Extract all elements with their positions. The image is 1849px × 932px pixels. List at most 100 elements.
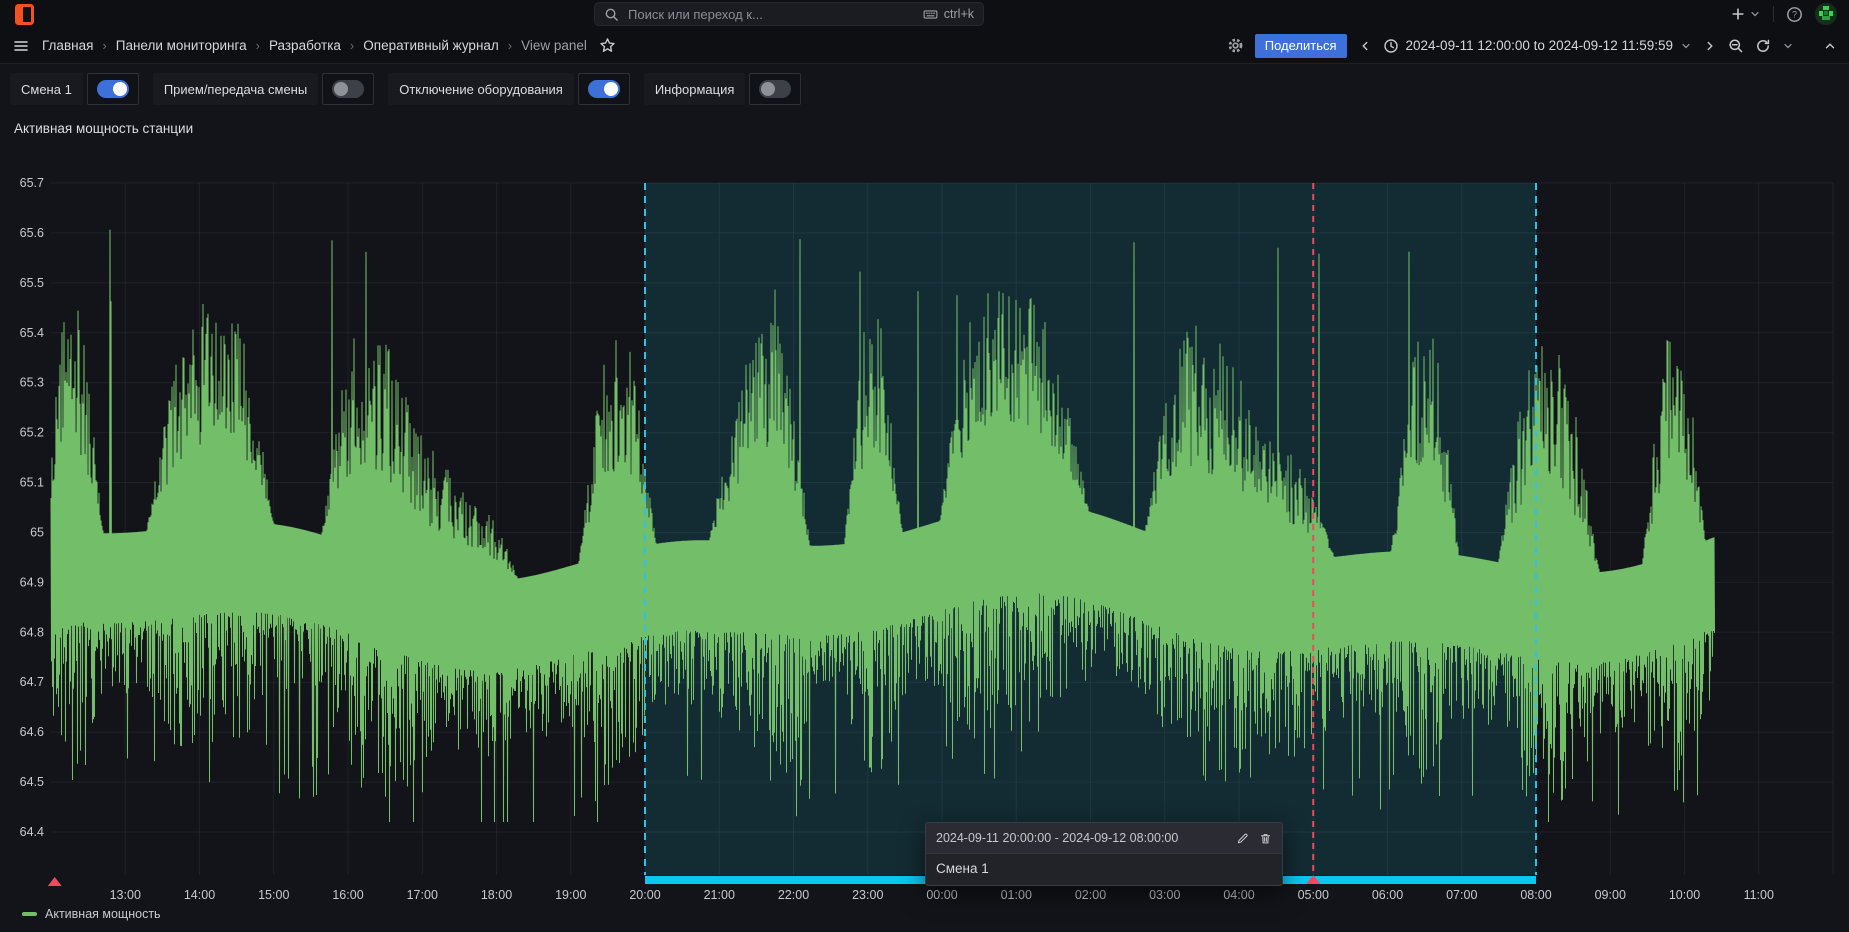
breadcrumb-item[interactable]: Оперативный журнал [363, 38, 499, 53]
x-axis-label: 17:00 [407, 888, 438, 902]
x-axis-label: 06:00 [1372, 888, 1403, 902]
keyboard-icon [922, 7, 939, 22]
time-shift-forward-button[interactable] [1703, 39, 1717, 53]
toggle-off [759, 80, 791, 98]
y-axis-label: 64.8 [20, 625, 44, 639]
time-range-picker[interactable]: 2024-09-11 12:00:00 to 2024-09-12 11:59:… [1383, 38, 1692, 54]
refresh-interval-button[interactable] [1782, 40, 1794, 52]
annotation-time-range: 2024-09-11 20:00:00 - 2024-09-12 08:00:0… [936, 831, 1226, 845]
star-icon [599, 37, 616, 54]
control-label: Смена 1 [10, 73, 83, 105]
breadcrumb-current: View panel [521, 38, 587, 53]
logo[interactable] [14, 3, 35, 26]
menu-button[interactable] [12, 38, 30, 54]
edit-annotation-button[interactable] [1236, 832, 1249, 845]
pencil-icon [1236, 832, 1249, 845]
grid [51, 183, 1833, 875]
x-axis-label: 10:00 [1669, 888, 1700, 902]
toggle-switch[interactable] [322, 73, 374, 105]
y-axis-label: 64.7 [20, 675, 44, 689]
toggle-knob [113, 82, 127, 96]
event-line-marker[interactable] [1306, 875, 1320, 884]
chevron-down-icon [1680, 40, 1692, 52]
share-button[interactable]: Поделиться [1255, 34, 1347, 58]
search-shortcut-label: ctrl+k [944, 7, 974, 21]
annotation-marker[interactable] [48, 877, 62, 886]
panel-title: Активная мощность станции [14, 121, 193, 136]
x-axis-label: 04:00 [1223, 888, 1254, 902]
zoom-out-button[interactable] [1728, 38, 1744, 54]
x-axis-label: 16:00 [332, 888, 363, 902]
breadcrumb-toolbar: Главная › Панели мониторинга › Разработка › Оп… [0, 28, 1849, 64]
refresh-icon [1755, 38, 1771, 54]
gear-icon [1227, 37, 1244, 54]
y-axis-label: 64.4 [20, 825, 44, 839]
dashboard-control: Прием/передача смены [153, 73, 374, 105]
breadcrumb-item[interactable]: Панели мониторинга [116, 38, 247, 53]
y-axis-label: 65.4 [20, 326, 44, 340]
toggle-knob [334, 82, 348, 96]
x-axis-label: 11:00 [1744, 888, 1774, 902]
search-box[interactable]: ctrl+k [594, 2, 984, 26]
x-axis-label: 00:00 [926, 888, 957, 902]
control-label: Прием/передача смены [153, 73, 318, 105]
toggle-switch[interactable] [578, 73, 630, 105]
x-axis-label: 09:00 [1595, 888, 1626, 902]
toggle-switch[interactable] [749, 73, 801, 105]
time-shift-back-button[interactable] [1358, 39, 1372, 53]
new-button[interactable] [1730, 6, 1761, 22]
chevron-right-icon [1703, 39, 1717, 53]
annotation-label: Смена 1 [926, 854, 1282, 885]
x-axis-label: 15:00 [258, 888, 289, 902]
toggle-knob [761, 82, 775, 96]
y-axis-label: 65.2 [20, 426, 44, 440]
breadcrumb: Главная › Панели мониторинга › Разработка › Оп… [42, 37, 616, 54]
logo-mark-fill [16, 5, 23, 24]
y-axis-label: 65.5 [20, 276, 44, 290]
delete-annotation-button[interactable] [1259, 832, 1272, 845]
x-axis-label: 02:00 [1075, 888, 1106, 902]
chevron-up-icon [1823, 39, 1837, 53]
breadcrumb-item[interactable]: Разработка [269, 38, 341, 53]
refresh-button[interactable] [1755, 38, 1771, 54]
y-axis-label: 64.9 [20, 575, 44, 589]
chevron-down-icon [1782, 40, 1794, 52]
plus-icon [1730, 6, 1746, 22]
x-axis-label: 22:00 [778, 888, 809, 902]
breadcrumb-separator: › [256, 38, 260, 53]
user-avatar[interactable] [1815, 3, 1837, 25]
annotation-region [645, 183, 1536, 875]
search-shortcut: ctrl+k [922, 7, 974, 22]
dashboard-control: Информация [644, 73, 802, 105]
search-icon [604, 7, 619, 22]
time-range-label: 2024-09-11 12:00:00 to 2024-09-12 11:59:… [1406, 38, 1673, 53]
annotation-tooltip: 2024-09-11 20:00:00 - 2024-09-12 08:00:0… [925, 822, 1283, 886]
x-axis-label: 03:00 [1149, 888, 1180, 902]
help-button[interactable]: ? [1786, 6, 1803, 23]
dashboard-control: Отключение оборудования [388, 73, 630, 105]
y-axis-label: 64.5 [20, 775, 44, 789]
x-axis-label: 07:00 [1446, 888, 1477, 902]
breadcrumb-item[interactable]: Главная [42, 38, 93, 53]
panel-settings-button[interactable] [1227, 37, 1244, 54]
legend-label: Активная мощность [45, 907, 161, 921]
breadcrumb-separator: › [102, 38, 106, 53]
search-input[interactable] [626, 6, 915, 23]
toggle-knob [604, 82, 618, 96]
toggle-switch[interactable] [87, 73, 139, 105]
annotation-tooltip-header: 2024-09-11 20:00:00 - 2024-09-12 08:00:0… [926, 823, 1282, 854]
breadcrumb-separator: › [508, 38, 512, 53]
zoom-out-icon [1728, 38, 1744, 54]
favorite-button[interactable] [599, 37, 616, 54]
control-label: Отключение оборудования [388, 73, 574, 105]
legend-item[interactable]: Активная мощность [22, 907, 161, 921]
x-axis-label: 19:00 [555, 888, 586, 902]
collapse-button[interactable] [1823, 39, 1837, 53]
top-navigation-bar: ctrl+k ? [0, 0, 1849, 28]
svg-text:?: ? [1792, 9, 1797, 19]
topbar-divider [1773, 6, 1774, 22]
dashboard-controls: Смена 1 Прием/передача смены Отключение об… [10, 73, 801, 105]
y-axis-label: 65 [30, 525, 44, 539]
y-axis-label: 64.6 [20, 725, 44, 739]
x-axis-label: 23:00 [852, 888, 883, 902]
